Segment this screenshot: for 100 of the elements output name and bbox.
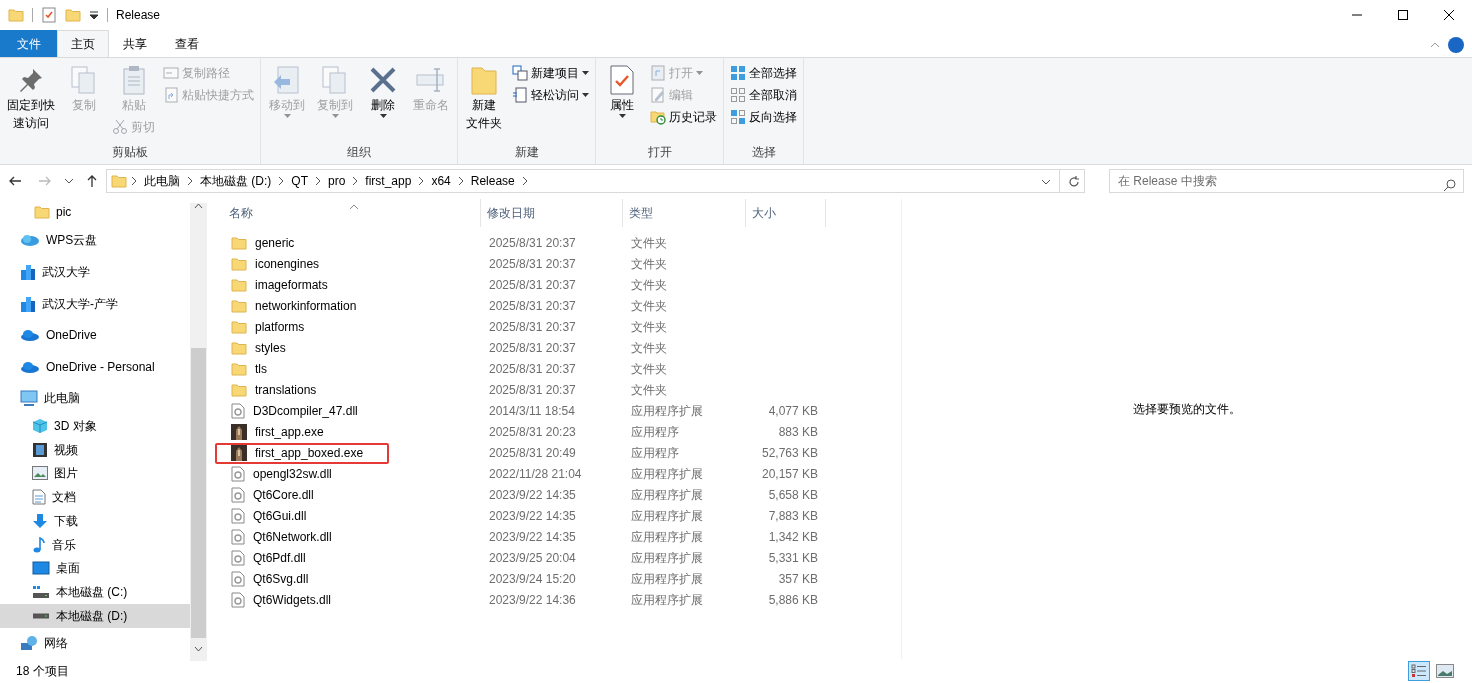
file-row[interactable]: Qt6Widgets.dll 2023/9/22 14:36 应用程序扩展 5,886 KB xyxy=(223,589,901,611)
new-item-icon xyxy=(512,65,528,81)
search-field[interactable]: 在 Release 中搜索 xyxy=(1109,168,1464,193)
group-label: 打开 xyxy=(646,143,673,161)
column-header[interactable]: 名称 xyxy=(223,198,481,227)
nav-item[interactable]: 武汉大学-产学 xyxy=(0,287,190,320)
column-header[interactable]: 类型 xyxy=(623,198,746,227)
folder-icon xyxy=(231,298,247,315)
ribbon-tab[interactable]: 共享 xyxy=(109,30,161,57)
building-icon xyxy=(20,263,36,280)
file-row[interactable]: tls 2025/8/31 20:37 文件夹 xyxy=(223,358,901,380)
nav-item[interactable]: 此电脑 xyxy=(0,382,190,415)
file-row[interactable]: opengl32sw.dll 2022/11/28 21:04 应用程序扩展 20,157 KB xyxy=(223,463,901,485)
file-row[interactable]: Qt6Svg.dll 2023/9/24 15:20 应用程序扩展 357 KB xyxy=(223,568,901,590)
file-row[interactable]: Qt6Core.dll 2023/9/22 14:35 应用程序扩展 5,658 KB xyxy=(223,484,901,506)
nav-item[interactable]: 本地磁盘 (C:) xyxy=(0,580,190,604)
nav-item[interactable]: 文档 xyxy=(0,485,190,510)
ribbon-button[interactable]: 全部取消 xyxy=(728,84,799,106)
dll-icon xyxy=(231,403,245,420)
folder-icon xyxy=(231,319,247,336)
nav-item[interactable]: 图片 xyxy=(0,461,190,486)
scrollbar[interactable] xyxy=(190,202,207,661)
nav-item[interactable]: pic xyxy=(0,198,190,225)
file-type: 应用程序扩展 xyxy=(631,488,703,503)
file-row[interactable]: D3Dcompiler_47.dll 2014/3/11 18:54 应用程序扩展 4,077 KB xyxy=(223,400,901,422)
nav-item[interactable]: OneDrive - Personal xyxy=(0,350,190,383)
file-type: 应用程序扩展 xyxy=(631,551,703,566)
file-size: 7,883 KB xyxy=(768,509,818,524)
nav-item[interactable]: 音乐 xyxy=(0,532,190,557)
file-row[interactable]: styles 2025/8/31 20:37 文件夹 xyxy=(223,337,901,359)
ribbon-tab[interactable]: 文件 xyxy=(0,30,57,57)
grid-icon xyxy=(730,87,746,103)
breadcrumb[interactable]: Release xyxy=(467,171,518,190)
ribbon-tab[interactable]: 查看 xyxy=(161,30,213,57)
nav-item[interactable]: 本地磁盘 (D:) xyxy=(0,603,190,628)
group-label: 组织 xyxy=(346,143,372,161)
file-row[interactable]: first_app_boxed.exe 2025/8/31 20:49 应用程序 52,763 KB xyxy=(223,442,901,464)
ribbon-button[interactable]: 属性 xyxy=(600,62,644,120)
cloud-icon xyxy=(20,360,40,373)
file-row[interactable]: iconengines 2025/8/31 20:37 文件夹 xyxy=(223,253,901,275)
breadcrumb[interactable]: QT xyxy=(288,171,311,190)
file-row[interactable]: Qt6Gui.dll 2023/9/22 14:35 应用程序扩展 7,883 KB xyxy=(223,505,901,527)
file-row[interactable]: imageformats 2025/8/31 20:37 文件夹 xyxy=(223,274,901,296)
ribbon-button[interactable]: 全部选择 xyxy=(728,62,799,84)
column-header[interactable]: 修改日期 xyxy=(481,198,623,227)
nav-item[interactable]: 下载 xyxy=(0,509,190,533)
file-size: 5,886 KB xyxy=(768,593,818,608)
document-icon xyxy=(512,87,528,103)
file-row[interactable]: translations 2025/8/31 20:37 文件夹 xyxy=(223,379,901,401)
ribbon-tab[interactable]: 主页 xyxy=(57,30,109,57)
chevron-right-icon xyxy=(521,176,528,185)
nav-item[interactable]: 3D 对象 xyxy=(0,414,190,438)
file-name: generic xyxy=(255,235,295,253)
chevron-down-icon xyxy=(64,177,74,184)
column-header[interactable]: 大小 xyxy=(746,198,826,227)
sort-icon xyxy=(349,203,359,210)
refresh-icon xyxy=(1068,175,1080,188)
modified-date: 2025/8/31 20:37 xyxy=(489,320,576,335)
folder-icon xyxy=(111,172,127,189)
file-row[interactable]: Qt6Network.dll 2023/9/22 14:35 应用程序扩展 1,342 KB xyxy=(223,526,901,548)
modified-date: 2023/9/22 14:35 xyxy=(489,488,576,503)
ribbon-button[interactable]: 删除 xyxy=(361,62,405,120)
file-row[interactable]: generic 2025/8/31 20:37 文件夹 xyxy=(223,232,901,254)
file-type: 文件夹 xyxy=(631,299,667,314)
breadcrumb[interactable]: 此电脑 xyxy=(141,171,183,190)
nav-item[interactable]: 桌面 xyxy=(0,556,190,581)
nav-item[interactable]: WPS云盘 xyxy=(0,224,190,257)
file-row[interactable]: networkinformation 2025/8/31 20:37 文件夹 xyxy=(223,295,901,317)
breadcrumb[interactable]: 本地磁盘 (D:) xyxy=(197,171,275,190)
group-label: 剪贴板 xyxy=(111,143,149,161)
view-button[interactable] xyxy=(1408,661,1430,682)
network-icon xyxy=(20,635,38,652)
breadcrumb[interactable]: pro xyxy=(325,171,349,190)
modified-date: 2023/9/22 14:35 xyxy=(489,530,576,545)
nav-item[interactable]: 网络 xyxy=(0,627,190,660)
ribbon-button[interactable]: 新建 文件夹 xyxy=(462,62,506,134)
file-size: 883 KB xyxy=(778,425,818,440)
breadcrumb[interactable]: first_app xyxy=(362,171,415,190)
ribbon-button[interactable]: 历史记录 xyxy=(648,106,719,128)
ribbon-button[interactable]: 固定到快 速访问 xyxy=(4,62,58,134)
breadcrumb[interactable]: x64 xyxy=(428,171,454,190)
ribbon-button[interactable]: 新建项目 xyxy=(510,62,591,84)
collapse-icon xyxy=(1430,42,1440,48)
chevron-right-icon xyxy=(278,176,285,185)
ribbon-button[interactable]: 反向选择 xyxy=(728,106,799,128)
file-row[interactable]: Qt6Pdf.dll 2023/9/25 20:04 应用程序扩展 5,331 KB xyxy=(223,547,901,569)
download-icon xyxy=(32,512,48,529)
ribbon-button[interactable]: 轻松访问 xyxy=(510,84,591,106)
file-row[interactable]: platforms 2025/8/31 20:37 文件夹 xyxy=(223,316,901,338)
scissors-icon xyxy=(112,119,128,135)
file-row[interactable]: first_app.exe 2025/8/31 20:23 应用程序 883 KB xyxy=(223,421,901,443)
file-type: 应用程序 xyxy=(631,425,679,440)
cloud-icon xyxy=(20,329,40,342)
back-icon xyxy=(8,174,22,187)
nav-item[interactable]: OneDrive xyxy=(0,319,190,351)
file-name: translations xyxy=(255,382,317,400)
nav-item[interactable]: 视频 xyxy=(0,437,190,462)
file-name: Qt6Pdf.dll xyxy=(253,550,306,568)
open-icon xyxy=(650,65,666,81)
nav-item[interactable]: 武汉大学 xyxy=(0,256,190,288)
